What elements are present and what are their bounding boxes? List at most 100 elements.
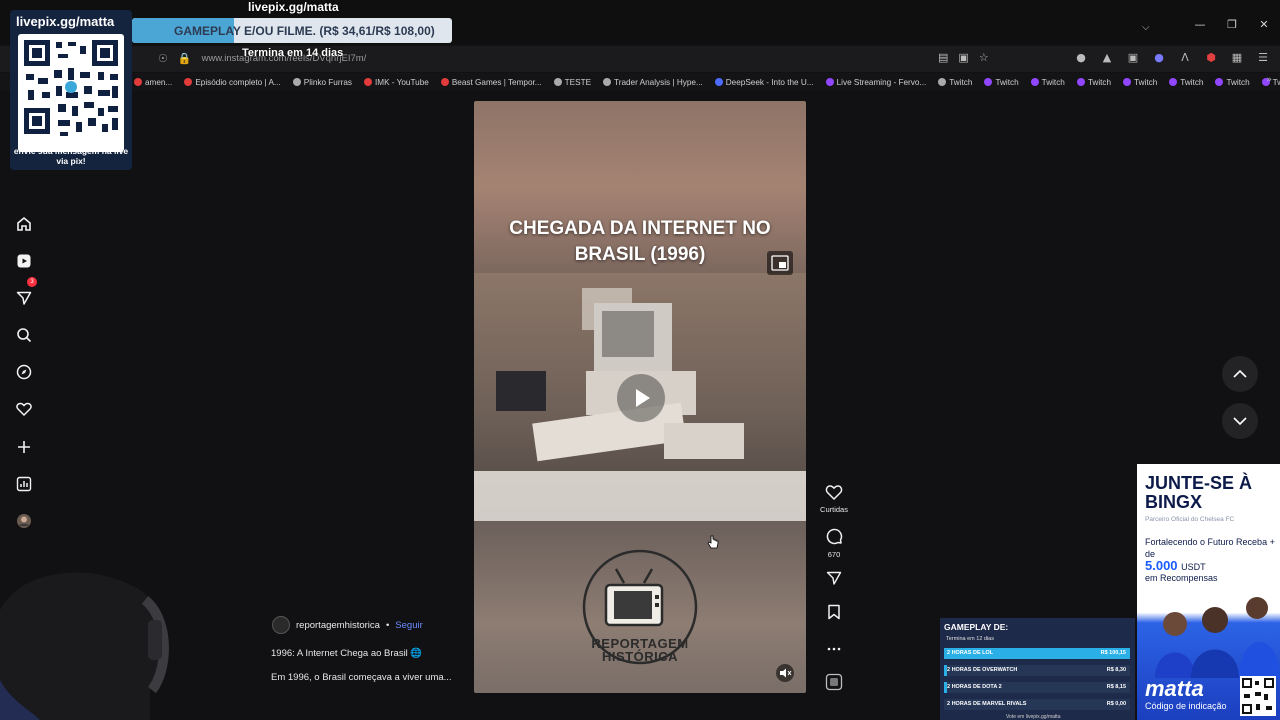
extension-toolbar: ● ▲ ▣ ● Λ ⬢ ▦ ☰	[1074, 51, 1270, 64]
bookmark-item[interactable]: IMK - YouTube	[363, 78, 429, 87]
bookmark-favicon-icon	[134, 78, 142, 86]
poll-deadline: Termina em 12 dias	[946, 636, 994, 642]
bookmark-favicon-icon	[825, 78, 834, 86]
reader-view-icon[interactable]: ▤	[938, 51, 948, 64]
author-avatar[interactable]	[272, 616, 290, 634]
poll-option-label: 2 HORAS DE LOL	[947, 650, 994, 656]
next-reel-button[interactable]	[1222, 403, 1258, 439]
comment-button[interactable]: 670	[818, 527, 850, 559]
shield-extension-icon[interactable]: ▣	[1126, 51, 1140, 64]
home-icon[interactable]	[12, 212, 36, 236]
picture-in-picture-icon[interactable]	[767, 251, 793, 275]
bookmark-item[interactable]: DeepSeek - Into the U...	[714, 78, 814, 87]
follow-button[interactable]: Seguir	[395, 620, 422, 631]
like-button[interactable]: Curtidas	[818, 484, 850, 514]
bookmark-item[interactable]: Twitch	[1076, 77, 1112, 87]
lock-icon[interactable]: 🔒	[178, 52, 192, 65]
save-button[interactable]	[818, 604, 850, 625]
bookmark-item[interactable]: Trader Analysis | Hype...	[603, 78, 703, 87]
bookmark-item[interactable]: Twitch	[938, 78, 972, 87]
poll-option-value: R$ 100,15	[1100, 650, 1126, 656]
messages-badge: 3	[27, 277, 37, 287]
bookmark-item[interactable]: amen...	[134, 78, 172, 87]
screen: ⌵ — ❐ ✕ ☉ 🔒 www.instagram.com/reels/DVqh…	[0, 0, 1280, 720]
close-icon[interactable]: ✕	[1248, 18, 1280, 31]
poll-option-value: R$ 0,00	[1106, 701, 1126, 707]
reel-logo-panel	[474, 521, 806, 693]
adblock-icon[interactable]: ⬢	[1204, 51, 1218, 64]
promo-qr-code	[1240, 676, 1276, 716]
reel-video[interactable]: CHEGADA DA INTERNET NO BRASIL (1996) REP…	[474, 101, 806, 693]
webcam-feed	[0, 560, 170, 720]
bookmark-item[interactable]: Twitch	[1123, 78, 1157, 87]
promo-line1: Fortalecendo o Futuro Receba + de	[1145, 537, 1275, 559]
bookmark-item[interactable]: Twitch	[984, 77, 1019, 87]
mute-toggle-icon[interactable]	[776, 664, 794, 682]
author-username[interactable]: reportagemhistorica	[296, 620, 380, 631]
bookmark-label: Twitch	[1087, 77, 1112, 87]
more-options-icon[interactable]	[818, 639, 850, 657]
explore-icon[interactable]	[12, 360, 36, 384]
bookmark-label: Twitch	[949, 77, 973, 87]
extension-icon[interactable]: Λ	[1178, 51, 1192, 64]
play-button[interactable]	[617, 374, 665, 422]
promo-line2: em Recompensas	[1145, 573, 1218, 583]
bookmark-label: Live Streaming - Fervo...	[836, 77, 927, 87]
donation-goal-deadline: Termina em 14 dias	[242, 47, 344, 59]
qr-card-title: livepix.gg/matta	[16, 14, 115, 29]
reel-description-text[interactable]: Em 1996, o Brasil começava a viver uma..…	[271, 672, 452, 683]
bookmark-favicon-icon	[984, 78, 993, 86]
dashboard-icon[interactable]	[12, 472, 36, 496]
bookmark-item[interactable]: Episódio completo | A...	[184, 78, 281, 87]
promo-amount-unit: USDT	[1181, 562, 1206, 572]
qr-card-caption: envie sua mensagem na live via pix!	[13, 146, 129, 166]
bookmark-label: Plinko Furras	[303, 77, 352, 87]
share-button[interactable]	[818, 570, 850, 591]
address-bar: ☉ 🔒 www.instagram.com/reels/DVqhrjEI7m/ …	[0, 46, 1280, 72]
reels-icon[interactable]	[12, 249, 36, 273]
bookmark-label: Twitch	[1180, 77, 1204, 87]
search-icon[interactable]	[12, 323, 36, 347]
minimize-icon[interactable]: —	[1184, 18, 1216, 31]
page-actions: ▤ ▣ ☆	[938, 51, 989, 64]
bookmark-item[interactable]: Twitch	[1215, 78, 1250, 87]
bookmark-favicon-icon	[184, 78, 193, 86]
bookmarks-bar: amen... Episódio completo | A... Plinko Fu…	[0, 73, 1280, 91]
promo-players-image	[1145, 594, 1280, 678]
promo-title: JUNTE-SE À BINGX	[1145, 473, 1253, 512]
extension-icon[interactable]: ▦	[1230, 51, 1244, 64]
reel-logo-text: REPORTAGEM HISTÓRICA	[591, 636, 689, 664]
create-icon[interactable]	[12, 435, 36, 459]
messages-icon[interactable]: 3	[12, 277, 37, 310]
gameplay-poll: GAMEPLAY DE: Termina em 12 dias 2 HORAS …	[940, 618, 1135, 720]
extension-icon[interactable]: ●	[1152, 51, 1166, 64]
bookmark-item[interactable]: Beast Games | Tempor...	[440, 78, 542, 87]
screenshot-icon[interactable]: ▣	[958, 51, 968, 64]
bookmark-item[interactable]: Plinko Furras	[292, 77, 352, 87]
heart-icon[interactable]	[12, 397, 36, 421]
likes-label: Curtidas	[820, 505, 848, 514]
bookmark-item[interactable]: Live Streaming - Fervo...	[825, 77, 927, 87]
bookmark-label: Twitch	[995, 77, 1019, 87]
bookmark-label: Twitch	[1041, 77, 1065, 87]
tracking-protection-icon[interactable]: ☉	[158, 52, 168, 65]
bookmark-item[interactable]: Twitch	[1030, 77, 1065, 87]
bookmark-label: amen...	[145, 77, 173, 87]
previous-reel-button[interactable]	[1222, 356, 1258, 392]
maximize-icon[interactable]: ❐	[1216, 18, 1248, 31]
bookmarks-overflow-icon[interactable]: »	[1266, 75, 1272, 85]
promo-amount-value: 5.000	[1145, 558, 1178, 573]
bookmark-favicon-icon	[363, 78, 372, 86]
bookmark-favicon-icon	[440, 78, 449, 86]
promo-subtitle: Parceiro Oficial do Chelsea FC	[1145, 516, 1235, 523]
menu-icon[interactable]: ☰	[1256, 51, 1270, 64]
extension-icon[interactable]: ●	[1074, 51, 1088, 64]
tab-list-chevron-icon[interactable]: ⌵	[1142, 22, 1150, 33]
extensions-puzzle-icon[interactable]: ▲	[1100, 51, 1114, 64]
audio-track-icon[interactable]	[818, 673, 850, 696]
bookmark-item[interactable]: TESTE	[553, 78, 591, 87]
livepix-qr-card: livepix.gg/matta envie sua mensagem na l…	[10, 10, 132, 170]
bookmark-item[interactable]: Twitch	[1169, 78, 1203, 87]
bookmark-star-icon[interactable]: ☆	[979, 51, 989, 64]
profile-avatar[interactable]	[12, 509, 36, 533]
